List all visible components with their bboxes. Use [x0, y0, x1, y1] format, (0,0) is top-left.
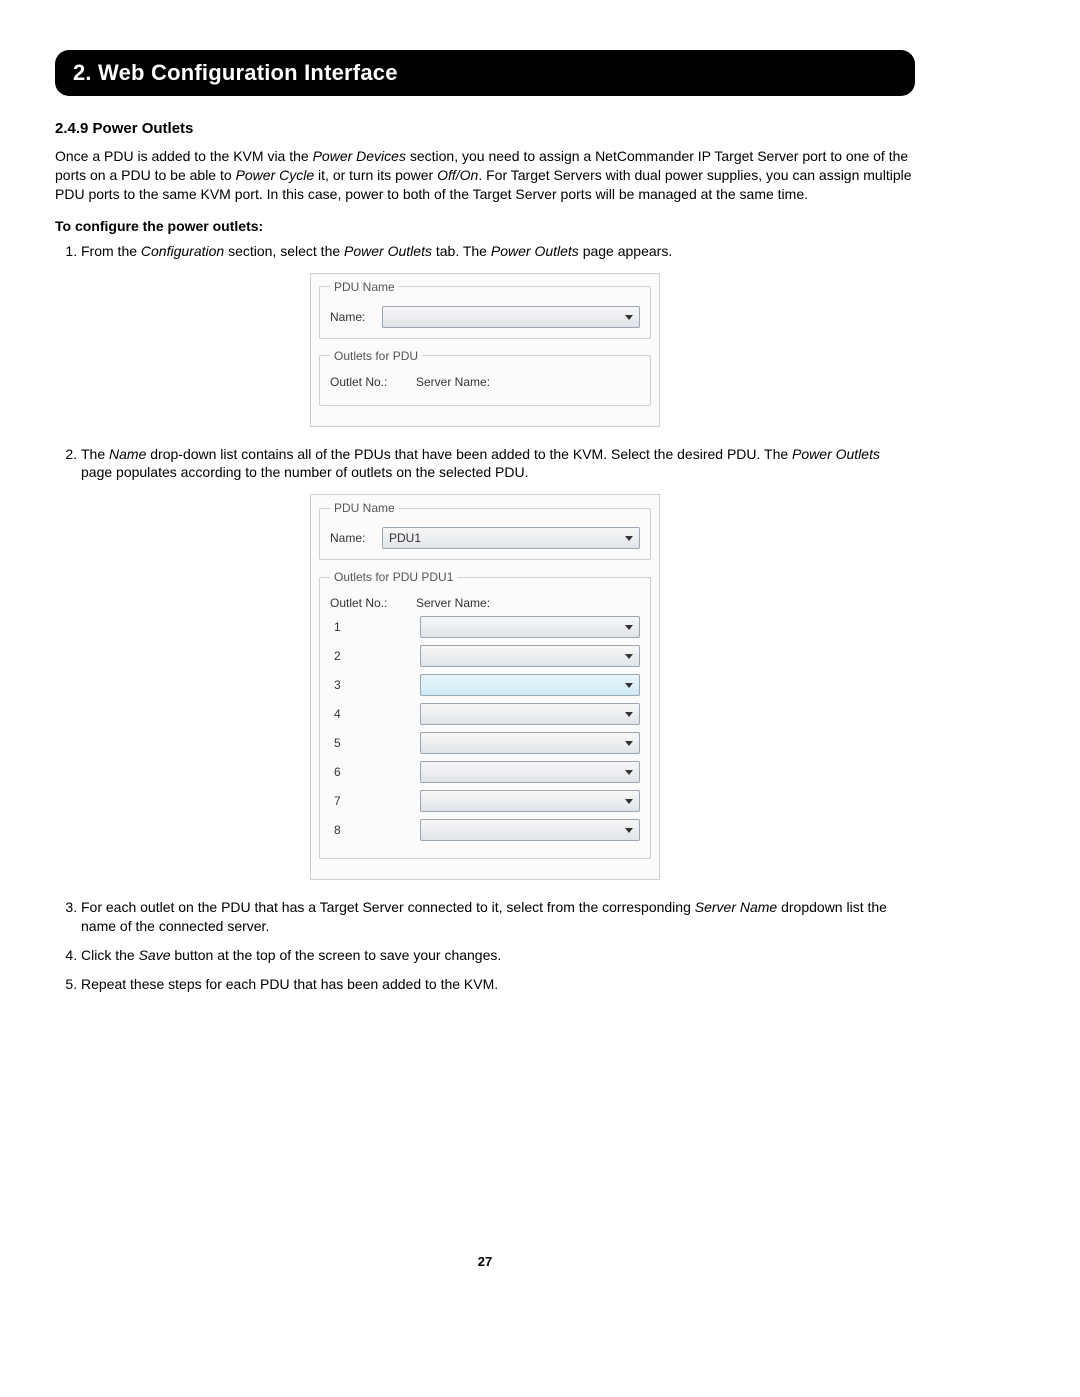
- text: For each outlet on the PDU that has a Ta…: [81, 899, 695, 915]
- pdu-name-dropdown[interactable]: [382, 306, 640, 328]
- outlet-number: 6: [330, 765, 406, 779]
- text: section, select the: [224, 243, 344, 259]
- step-5: Repeat these steps for each PDU that has…: [81, 975, 915, 994]
- italic: Off/On: [437, 167, 478, 183]
- server-name-dropdown[interactable]: [420, 645, 640, 667]
- outlet-row: 7: [330, 790, 640, 812]
- server-name-header: Server Name:: [416, 375, 490, 389]
- text: tab. The: [432, 243, 491, 259]
- server-name-dropdown[interactable]: [420, 616, 640, 638]
- italic: Server Name: [695, 899, 777, 915]
- outlet-number: 3: [330, 678, 406, 692]
- steps-list-c: For each outlet on the PDU that has a Ta…: [55, 898, 915, 994]
- outlet-row: 6: [330, 761, 640, 783]
- section-title: 2.4.9 Power Outlets: [55, 120, 915, 137]
- italic: Power Outlets: [792, 446, 880, 462]
- outlet-row: 2: [330, 645, 640, 667]
- intro-paragraph: Once a PDU is added to the KVM via the P…: [55, 147, 915, 204]
- outlet-number: 2: [330, 649, 406, 663]
- server-name-dropdown[interactable]: [420, 674, 640, 696]
- outlet-no-header: Outlet No.:: [330, 596, 402, 610]
- server-name-dropdown[interactable]: [420, 703, 640, 725]
- power-outlets-panel-empty: PDU Name Name: Outlets for PDU Outlet No…: [310, 273, 660, 427]
- text: Once a PDU is added to the KVM via the: [55, 148, 313, 164]
- page-number: 27: [55, 1254, 915, 1269]
- text: button at the top of the screen to save …: [171, 947, 502, 963]
- server-name-header: Server Name:: [416, 596, 490, 610]
- italic: Power Outlets: [344, 243, 432, 259]
- step-3: For each outlet on the PDU that has a Ta…: [81, 898, 915, 936]
- step-2: The Name drop-down list contains all of …: [81, 445, 915, 483]
- text: it, or turn its power: [314, 167, 437, 183]
- steps-list-b: The Name drop-down list contains all of …: [55, 445, 915, 483]
- configure-heading: To configure the power outlets:: [55, 218, 915, 234]
- text: page populates according to the number o…: [81, 464, 529, 480]
- text: Repeat these steps for each PDU that has…: [81, 976, 498, 992]
- pdu-name-fieldset: PDU Name Name: PDU1: [319, 501, 651, 560]
- name-label: Name:: [330, 310, 370, 324]
- outlet-number: 1: [330, 620, 406, 634]
- pdu-name-legend: PDU Name: [330, 280, 399, 294]
- power-outlets-panel-populated: PDU Name Name: PDU1 Outlets for PDU PDU1…: [310, 494, 660, 880]
- pdu-name-value: PDU1: [389, 531, 421, 545]
- text: page appears.: [579, 243, 672, 259]
- outlets-legend: Outlets for PDU PDU1: [330, 570, 457, 584]
- text: drop-down list contains all of the PDUs …: [146, 446, 792, 462]
- italic: Power Outlets: [491, 243, 579, 259]
- server-name-dropdown[interactable]: [420, 819, 640, 841]
- server-name-dropdown[interactable]: [420, 732, 640, 754]
- outlet-row: 1: [330, 616, 640, 638]
- outlets-fieldset: Outlets for PDU Outlet No.: Server Name:: [319, 349, 651, 406]
- italic: Save: [139, 947, 171, 963]
- text: The: [81, 446, 109, 462]
- outlet-number: 4: [330, 707, 406, 721]
- step-4: Click the Save button at the top of the …: [81, 946, 915, 965]
- text: From the: [81, 243, 141, 259]
- chapter-header: 2. Web Configuration Interface: [55, 50, 915, 96]
- outlet-number: 5: [330, 736, 406, 750]
- outlet-number: 7: [330, 794, 406, 808]
- outlet-no-header: Outlet No.:: [330, 375, 402, 389]
- text: Click the: [81, 947, 139, 963]
- outlet-row: 3: [330, 674, 640, 696]
- italic: Configuration: [141, 243, 224, 259]
- outlets-fieldset: Outlets for PDU PDU1 Outlet No.: Server …: [319, 570, 651, 859]
- pdu-name-legend: PDU Name: [330, 501, 399, 515]
- name-label: Name:: [330, 531, 370, 545]
- italic: Name: [109, 446, 146, 462]
- step-1: From the Configuration section, select t…: [81, 242, 915, 261]
- italic: Power Devices: [313, 148, 406, 164]
- outlets-legend: Outlets for PDU: [330, 349, 422, 363]
- pdu-name-dropdown[interactable]: PDU1: [382, 527, 640, 549]
- server-name-dropdown[interactable]: [420, 761, 640, 783]
- italic: Power Cycle: [236, 167, 315, 183]
- outlet-row: 5: [330, 732, 640, 754]
- outlet-row: 4: [330, 703, 640, 725]
- steps-list-a: From the Configuration section, select t…: [55, 242, 915, 261]
- server-name-dropdown[interactable]: [420, 790, 640, 812]
- outlet-number: 8: [330, 823, 406, 837]
- outlet-row: 8: [330, 819, 640, 841]
- pdu-name-fieldset: PDU Name Name:: [319, 280, 651, 339]
